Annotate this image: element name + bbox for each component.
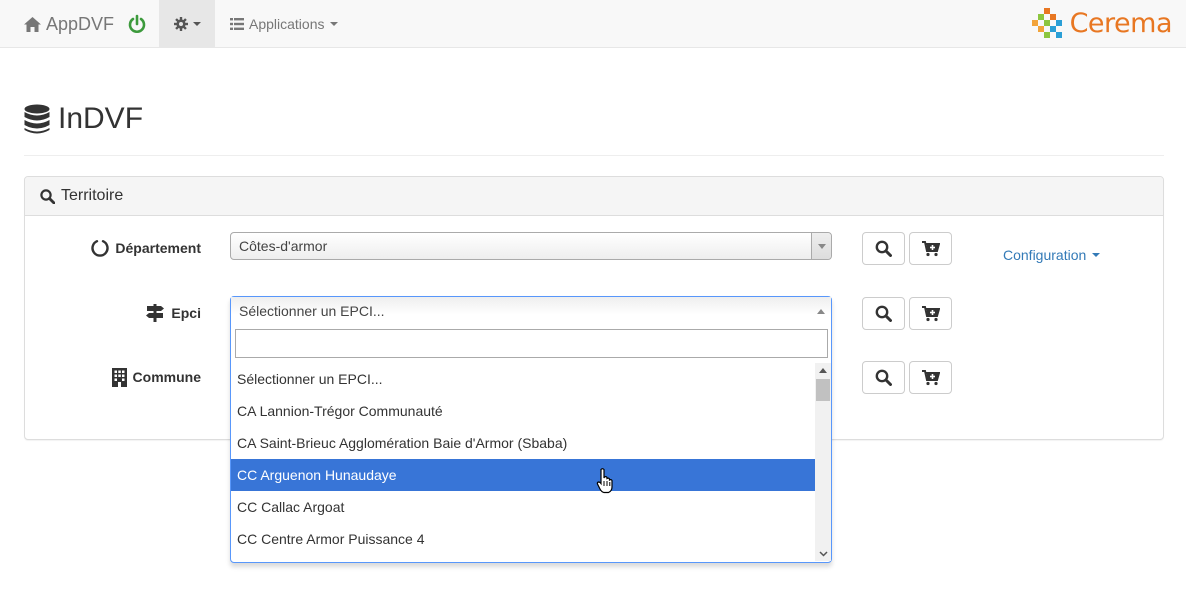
cerema-logo: Cerema [1030,4,1173,42]
cart-plus-icon [921,305,940,321]
brand-label: AppDVF [46,13,115,34]
epci-label-text: Epci [171,305,201,321]
commune-label-text: Commune [132,369,201,385]
search-icon [875,305,892,322]
power-icon[interactable] [127,14,147,34]
departement-label: Département [88,238,201,258]
epci-search-input[interactable] [235,329,828,358]
departement-search-button[interactable] [862,232,905,265]
departement-label-text: Département [115,240,201,256]
applications-label: Applications [249,16,325,32]
cart-plus-icon [921,240,940,256]
list-icon [230,18,244,30]
search-icon [875,369,892,386]
epci-options-list: Sélectionner un EPCI... CA Lannion-Trégo… [231,363,815,561]
epci-option[interactable]: CA Saint-Brieuc Agglomération Baie d'Arm… [231,427,815,459]
departement-selected-value: Côtes-d'armor [239,238,328,254]
epci-selected-value: Sélectionner un EPCI... [239,303,385,319]
page-title: InDVF [24,102,143,136]
commune-cart-button[interactable] [909,361,952,394]
chevron-down-icon [329,22,338,26]
commune-label: Commune [100,367,201,387]
circle-notch-icon [91,240,110,257]
cerema-logo-icon [1031,8,1062,38]
epci-option[interactable]: CC Centre Armor Puissance 4 [231,523,815,555]
chevron-down-icon [192,22,201,26]
search-icon [40,188,55,204]
scroll-down-icon[interactable] [815,547,831,561]
chevron-up-icon [817,309,825,314]
epci-select-header[interactable]: Sélectionner un EPCI... [231,297,831,326]
panel-title: Territoire [61,187,124,204]
cart-plus-icon [921,369,940,385]
brand-link[interactable]: AppDVF [24,0,114,48]
database-icon [24,104,50,134]
logo-text: Cerema [1069,7,1173,39]
epci-option[interactable]: CA Lannion-Trégor Communauté [231,395,815,427]
scrollbar-thumb[interactable] [816,379,830,401]
epci-select[interactable]: Sélectionner un EPCI... Sélectionner un … [230,296,832,563]
applications-menu[interactable]: Applications [230,0,338,48]
scroll-up-icon[interactable] [815,363,831,377]
epci-search-button[interactable] [862,297,905,330]
search-icon [875,240,892,257]
departement-cart-button[interactable] [909,232,952,265]
configuration-label: Configuration [1003,247,1087,263]
building-icon [111,367,127,387]
epci-options-scrollbar[interactable] [815,363,831,561]
departement-select[interactable]: Côtes-d'armor [230,232,832,260]
signpost-icon [146,304,165,322]
chevron-down-icon [1092,253,1101,257]
page-header: InDVF [24,100,1164,156]
epci-option[interactable]: Sélectionner un EPCI... [231,363,815,395]
chevron-down-icon [811,233,831,259]
epci-option[interactable]: CC Callac Argoat [231,491,815,523]
home-icon [24,16,41,32]
epci-cart-button[interactable] [909,297,952,330]
navbar: AppDVF Applications Cerema [0,0,1186,48]
settings-menu[interactable] [159,0,215,48]
gear-icon [173,17,188,31]
configuration-dropdown[interactable]: Configuration [1003,247,1101,263]
commune-search-button[interactable] [862,361,905,394]
panel-heading: Territoire [25,177,1163,216]
epci-label: Epci [120,303,201,323]
epci-option-highlighted[interactable]: CC Arguenon Hunaudaye [231,459,815,491]
page-title-text: InDVF [58,102,144,135]
